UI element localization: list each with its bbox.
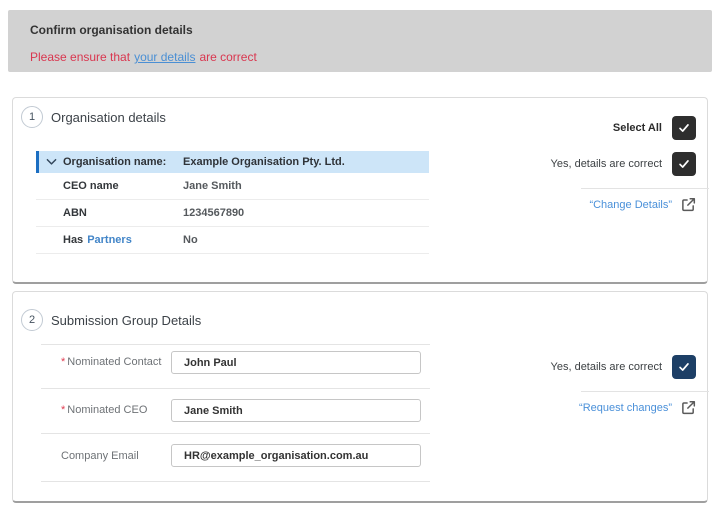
external-link-icon[interactable] — [681, 400, 696, 415]
details-correct-label: Yes, details are correct — [550, 361, 662, 373]
details-correct-checkbox[interactable] — [672, 152, 696, 176]
row-label-prefix: Has — [63, 234, 84, 246]
divider — [41, 344, 430, 345]
company-email-label: Company Email — [61, 450, 139, 462]
step-number-badge: 2 — [21, 309, 43, 331]
section-title: Submission Group Details — [51, 313, 202, 328]
nominated-contact-label: * Nominated Contact — [61, 356, 161, 368]
submission-group-card: 2 Submission Group Details * Nominated Co… — [12, 291, 709, 503]
request-changes-row: “Request changes” — [579, 400, 696, 415]
step-number-badge: 1 — [21, 106, 43, 128]
organisation-details-card: 1 Organisation details Select All Yes, d… — [12, 97, 709, 284]
divider — [581, 188, 709, 189]
company-email-input[interactable] — [171, 444, 421, 467]
row-label: Has Partners — [63, 234, 183, 246]
nominated-ceo-input[interactable] — [171, 399, 421, 422]
details-correct-row: Yes, details are correct — [551, 355, 696, 379]
nominated-ceo-label: * Nominated CEO — [61, 404, 147, 416]
row-label: CEO name — [63, 180, 119, 192]
checkmark-icon — [677, 157, 691, 171]
row-label: ABN — [63, 207, 87, 219]
label-text: Nominated Contact — [67, 356, 162, 368]
change-details-link[interactable]: “Change Details” — [589, 199, 672, 211]
divider — [581, 391, 709, 392]
chevron-down-icon[interactable] — [39, 158, 63, 166]
row-value: Jane Smith — [183, 180, 242, 192]
nominated-contact-input[interactable] — [171, 351, 421, 374]
table-row-has-partners: Has Partners No — [36, 227, 429, 254]
divider — [41, 388, 430, 389]
change-details-row: “Change Details” — [589, 197, 696, 212]
details-correct-checkbox[interactable] — [672, 355, 696, 379]
request-changes-link[interactable]: “Request changes” — [579, 402, 672, 414]
organisation-table: Organisation name: Example Organisation … — [36, 151, 429, 254]
table-row-organisation-name[interactable]: Organisation name: Example Organisation … — [36, 151, 429, 173]
your-details-link[interactable]: your details — [134, 50, 195, 64]
partners-link[interactable]: Partners — [87, 234, 132, 246]
required-asterisk: * — [61, 404, 66, 416]
checkmark-icon — [677, 360, 691, 374]
details-correct-row: Yes, details are correct — [551, 152, 696, 176]
warning-text-suffix: are correct — [199, 50, 257, 64]
warning-text-prefix: Please ensure that — [30, 50, 131, 64]
confirmation-banner: Confirm organisation details Please ensu… — [8, 10, 712, 72]
checkmark-icon — [677, 121, 691, 135]
row-value: Example Organisation Pty. Ltd. — [183, 156, 345, 168]
banner-title: Confirm organisation details — [30, 23, 193, 37]
table-row-ceo-name: CEO name Jane Smith — [36, 173, 429, 200]
divider — [41, 433, 430, 434]
divider — [41, 481, 430, 482]
details-correct-label: Yes, details are correct — [550, 158, 662, 170]
required-asterisk: * — [61, 356, 66, 368]
banner-warning: Please ensure that your details are corr… — [30, 50, 257, 64]
row-label: Organisation name: — [63, 156, 167, 168]
section-title: Organisation details — [51, 110, 166, 125]
label-text: Company Email — [61, 450, 139, 462]
row-value: 1234567890 — [183, 207, 245, 219]
select-all-row: Select All — [613, 116, 696, 140]
select-all-checkbox[interactable] — [672, 116, 696, 140]
label-text: Nominated CEO — [67, 404, 148, 416]
row-value: No — [183, 234, 198, 246]
table-row-abn: ABN 1234567890 — [36, 200, 429, 227]
select-all-label: Select All — [612, 122, 662, 134]
external-link-icon[interactable] — [681, 197, 696, 212]
